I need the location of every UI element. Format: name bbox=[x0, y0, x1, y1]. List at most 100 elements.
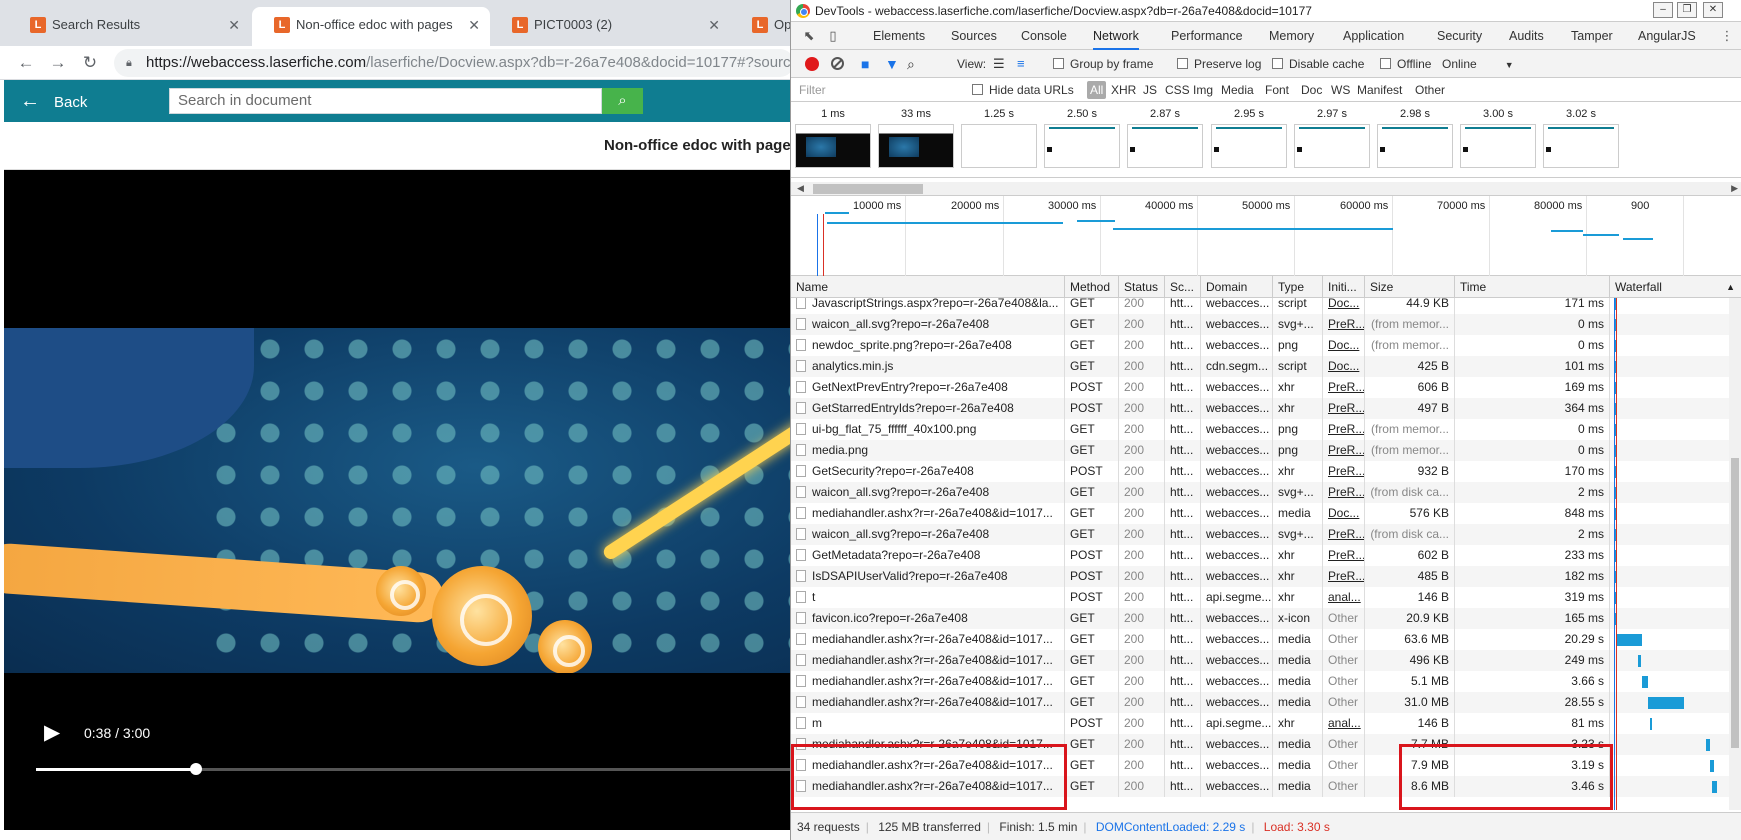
cell-name[interactable]: waicon_all.svg?repo=r-26a7e408 bbox=[791, 524, 1065, 545]
filter-type-all[interactable]: All bbox=[1087, 81, 1107, 99]
cell-init[interactable]: PreR... bbox=[1323, 566, 1365, 587]
cell-name[interactable]: mediahandler.ashx?r=r-26a7e408&id=1017..… bbox=[791, 650, 1065, 671]
table-row[interactable]: mediahandler.ashx?r=r-26a7e408&id=1017..… bbox=[791, 650, 1736, 671]
col-time[interactable]: Time bbox=[1455, 276, 1610, 298]
close-window-icon[interactable]: ✕ bbox=[1703, 2, 1723, 18]
inspect-element-icon[interactable]: ⬉ bbox=[801, 28, 817, 44]
table-row[interactable]: mediahandler.ashx?r=r-26a7e408&id=1017..… bbox=[791, 503, 1736, 524]
offline-checkbox[interactable]: Offline bbox=[1380, 50, 1431, 78]
tab-security[interactable]: Security bbox=[1437, 22, 1482, 50]
table-row[interactable]: GetNextPrevEntry?repo=r-26a7e408 POST 200 h… bbox=[791, 377, 1736, 398]
cell-name[interactable]: mediahandler.ashx?r=r-26a7e408&id=1017..… bbox=[791, 503, 1065, 524]
filter-type-manifest[interactable]: Manifest bbox=[1357, 78, 1402, 102]
reload-icon[interactable]: ↻ bbox=[78, 51, 102, 75]
cell-init[interactable]: Other bbox=[1323, 650, 1365, 671]
filmstrip-scrollbar[interactable]: ◀ ▶ bbox=[791, 182, 1741, 196]
cell-init[interactable]: Doc... bbox=[1323, 298, 1365, 314]
cell-init[interactable]: PreR... bbox=[1323, 482, 1365, 503]
cell-init[interactable]: Doc... bbox=[1323, 356, 1365, 377]
table-row[interactable]: waicon_all.svg?repo=r-26a7e408 GET 200 htt.… bbox=[791, 314, 1736, 335]
close-icon[interactable]: ✕ bbox=[468, 7, 480, 43]
col-size[interactable]: Size bbox=[1365, 276, 1455, 298]
col-status[interactable]: Status bbox=[1119, 276, 1165, 298]
cell-init[interactable]: Other bbox=[1323, 755, 1365, 776]
col-scheme[interactable]: Sc... bbox=[1165, 276, 1201, 298]
table-row[interactable]: GetMetadata?repo=r-26a7e408 POST 200 htt...… bbox=[791, 545, 1736, 566]
table-row[interactable]: t POST 200 htt... api.segme... xhr anal... 146 … bbox=[791, 587, 1736, 608]
large-rows-icon[interactable]: ☰ bbox=[993, 50, 1005, 78]
cell-name[interactable]: GetNextPrevEntry?repo=r-26a7e408 bbox=[791, 377, 1065, 398]
table-row[interactable]: GetStarredEntryIds?repo=r-26a7e408 POST 20… bbox=[791, 398, 1736, 419]
filmstrip-screenshot[interactable] bbox=[878, 124, 954, 168]
tab-performance[interactable]: Performance bbox=[1171, 22, 1243, 50]
cell-init[interactable]: anal... bbox=[1323, 713, 1365, 734]
table-row[interactable]: mediahandler.ashx?r=r-26a7e408&id=1017..… bbox=[791, 671, 1736, 692]
cell-name[interactable]: media.png bbox=[791, 440, 1065, 461]
filmstrip-screenshot[interactable] bbox=[1044, 124, 1120, 168]
table-row[interactable]: mediahandler.ashx?r=r-26a7e408&id=1017..… bbox=[791, 692, 1736, 713]
filmstrip-screenshot[interactable] bbox=[1460, 124, 1536, 168]
cell-init[interactable]: PreR... bbox=[1323, 461, 1365, 482]
filter-type-img[interactable]: Img bbox=[1193, 78, 1213, 102]
table-row[interactable]: GetSecurity?repo=r-26a7e408 POST 200 htt...… bbox=[791, 461, 1736, 482]
tab-pict0003[interactable]: L PICT0003 (2) ✕ bbox=[490, 7, 730, 46]
cell-name[interactable]: JavascriptStrings.aspx?repo=r-26a7e408&l… bbox=[791, 298, 1065, 314]
col-waterfall[interactable]: Waterfall ▲ bbox=[1610, 276, 1741, 298]
search-button[interactable]: ⌕ bbox=[602, 88, 643, 114]
forward-arrow-icon[interactable]: → bbox=[46, 51, 70, 75]
cell-init[interactable]: Other bbox=[1323, 776, 1365, 797]
cell-name[interactable]: m bbox=[791, 713, 1065, 734]
filmstrip-screenshot[interactable] bbox=[1211, 124, 1287, 168]
disable-cache-checkbox[interactable]: Disable cache bbox=[1272, 50, 1364, 78]
tab-audits[interactable]: Audits bbox=[1509, 22, 1544, 50]
cell-init[interactable]: Doc... bbox=[1323, 335, 1365, 356]
table-scrollbar[interactable] bbox=[1729, 298, 1741, 810]
play-icon[interactable]: ▶ bbox=[44, 722, 64, 744]
search-icon[interactable]: ⌕ bbox=[907, 50, 915, 78]
clear-icon[interactable] bbox=[831, 57, 844, 70]
video-player[interactable]: ▶ 0:38 / 3:00 bbox=[4, 170, 790, 830]
cell-init[interactable]: Other bbox=[1323, 734, 1365, 755]
maximize-icon[interactable]: ❐ bbox=[1677, 2, 1697, 18]
filter-type-media[interactable]: Media bbox=[1221, 78, 1254, 102]
cell-init[interactable]: Other bbox=[1323, 692, 1365, 713]
more-menu-icon[interactable]: ⋮ bbox=[1719, 28, 1735, 44]
seek-bar[interactable] bbox=[36, 763, 790, 775]
cell-init[interactable]: PreR... bbox=[1323, 524, 1365, 545]
tab-elements[interactable]: Elements bbox=[873, 22, 925, 50]
table-row[interactable]: analytics.min.js GET 200 htt... cdn.segm... s… bbox=[791, 356, 1736, 377]
back-button[interactable]: ← Back bbox=[20, 80, 87, 122]
cell-init[interactable]: Doc... bbox=[1323, 503, 1365, 524]
filter-type-doc[interactable]: Doc bbox=[1301, 78, 1322, 102]
scrollbar-thumb[interactable] bbox=[813, 184, 923, 194]
cell-init[interactable]: Other bbox=[1323, 671, 1365, 692]
cell-name[interactable]: GetStarredEntryIds?repo=r-26a7e408 bbox=[791, 398, 1065, 419]
filmstrip-screenshot[interactable] bbox=[1543, 124, 1619, 168]
cell-name[interactable]: newdoc_sprite.png?repo=r-26a7e408 bbox=[791, 335, 1065, 356]
cell-name[interactable]: favicon.ico?repo=r-26a7e408 bbox=[791, 608, 1065, 629]
filmstrip-screenshot[interactable] bbox=[961, 124, 1037, 168]
filmstrip-screenshot[interactable] bbox=[1294, 124, 1370, 168]
waterfall-view-icon[interactable]: ≡ bbox=[1017, 50, 1025, 78]
cell-name[interactable]: ui-bg_flat_75_ffffff_40x100.png bbox=[791, 419, 1065, 440]
cell-init[interactable]: Other bbox=[1323, 629, 1365, 650]
group-by-frame-checkbox[interactable]: Group by frame bbox=[1053, 50, 1153, 78]
preserve-log-checkbox[interactable]: Preserve log bbox=[1177, 50, 1261, 78]
cell-name[interactable]: waicon_all.svg?repo=r-26a7e408 bbox=[791, 314, 1065, 335]
col-initiator[interactable]: Initi... bbox=[1323, 276, 1365, 298]
table-row[interactable]: ui-bg_flat_75_ffffff_40x100.png GET 200 htt… bbox=[791, 419, 1736, 440]
cell-name[interactable]: mediahandler.ashx?r=r-26a7e408&id=1017..… bbox=[791, 671, 1065, 692]
tab-sources[interactable]: Sources bbox=[951, 22, 997, 50]
close-icon[interactable]: ✕ bbox=[228, 7, 240, 43]
cell-name[interactable]: GetMetadata?repo=r-26a7e408 bbox=[791, 545, 1065, 566]
cell-init[interactable]: PreR... bbox=[1323, 419, 1365, 440]
table-row[interactable]: mediahandler.ashx?r=r-26a7e408&id=1017..… bbox=[791, 629, 1736, 650]
device-toolbar-icon[interactable]: ▯ bbox=[825, 28, 841, 44]
tab-angularjs[interactable]: AngularJS bbox=[1638, 22, 1696, 50]
table-row[interactable]: waicon_all.svg?repo=r-26a7e408 GET 200 htt.… bbox=[791, 524, 1736, 545]
table-row[interactable]: newdoc_sprite.png?repo=r-26a7e408 GET 200 h… bbox=[791, 335, 1736, 356]
tab-console[interactable]: Console bbox=[1021, 22, 1067, 50]
document-search-input[interactable]: Search in document bbox=[169, 88, 602, 114]
cell-init[interactable]: PreR... bbox=[1323, 377, 1365, 398]
filter-type-other[interactable]: Other bbox=[1415, 78, 1445, 102]
